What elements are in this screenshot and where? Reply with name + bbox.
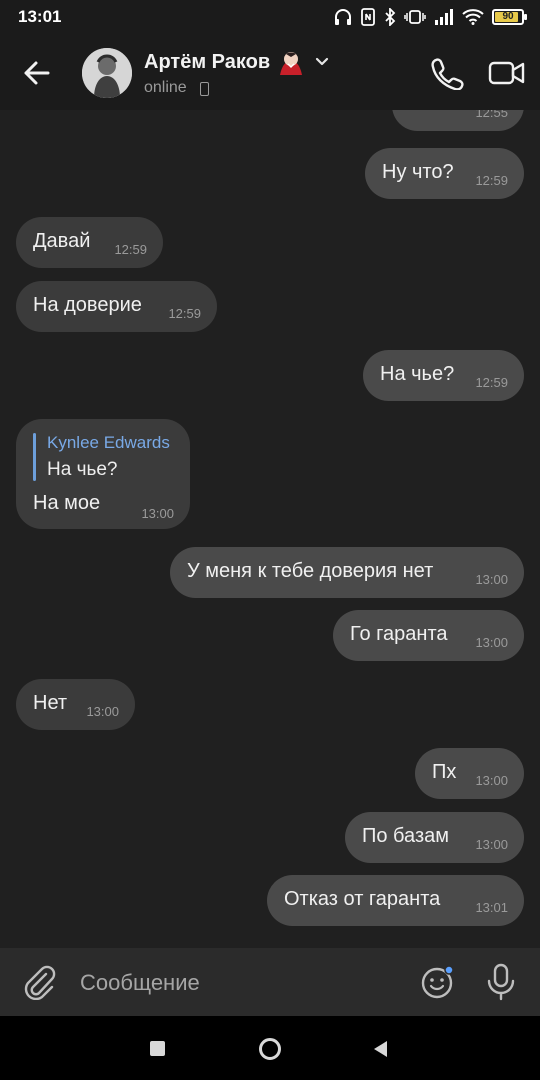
message-time: 13:00 xyxy=(475,837,508,852)
message-text: На мое xyxy=(33,492,101,514)
message-time: 12:55 xyxy=(475,110,508,120)
battery-icon: 90 xyxy=(492,9,527,25)
message-text: Отказ от гаранта xyxy=(284,888,441,910)
message-time: 12:59 xyxy=(114,242,147,257)
message-text: Нет xyxy=(33,692,68,714)
phone-icon xyxy=(431,58,464,91)
back-arrow-icon xyxy=(24,61,50,85)
message-time: 13:00 xyxy=(141,506,174,521)
attach-button[interactable] xyxy=(22,964,56,1001)
back-icon[interactable] xyxy=(371,1039,389,1059)
message-time: 13:00 xyxy=(86,704,119,719)
mobile-device-icon xyxy=(200,82,209,96)
bluetooth-icon xyxy=(385,8,396,26)
nfc-icon xyxy=(361,8,375,26)
message-time: 12:59 xyxy=(168,306,201,321)
message-text: Го гаранта xyxy=(350,623,448,645)
contact-name[interactable]: Артём Раков xyxy=(144,51,270,74)
message-text: У меня к тебе доверия нет xyxy=(187,560,434,582)
emoji-button[interactable] xyxy=(420,964,456,1000)
headphones-icon xyxy=(335,9,351,25)
message-time: 13:00 xyxy=(475,572,508,587)
reply-quote-bar xyxy=(33,433,36,481)
message-time: 13:00 xyxy=(475,773,508,788)
message-text: Пх xyxy=(432,761,457,783)
message-composer xyxy=(0,948,540,1016)
message-time: 12:59 xyxy=(475,375,508,390)
recent-apps-icon[interactable] xyxy=(150,1041,165,1056)
message-bubble-outgoing[interactable]: Ну что? 12:59 xyxy=(365,148,524,199)
status-bar: 13:01 90 xyxy=(0,0,540,36)
message-list[interactable]: 0000 12:55 Ну что? 12:59 Давай 12:59 На … xyxy=(0,110,540,948)
wifi-icon xyxy=(462,9,484,25)
message-text: Давай xyxy=(33,230,91,252)
message-bubble-outgoing[interactable]: Отказ от гаранта 13:01 xyxy=(267,875,524,926)
message-text: По базам xyxy=(362,825,449,847)
video-camera-icon xyxy=(488,61,525,85)
reply-author[interactable]: Kynlee Edwards xyxy=(47,433,170,453)
message-time: 13:01 xyxy=(475,900,508,915)
message-time: 12:59 xyxy=(475,173,508,188)
chevron-down-icon[interactable] xyxy=(314,54,330,70)
presence-status: online xyxy=(144,79,187,96)
microphone-icon xyxy=(487,963,515,1001)
vibrate-icon xyxy=(404,10,426,24)
avatar-image xyxy=(82,48,132,98)
message-bubble-incoming[interactable]: Давай 12:59 xyxy=(16,217,163,268)
message-time: 13:00 xyxy=(475,635,508,650)
message-bubble-outgoing[interactable]: У меня к тебе доверия нет 13:00 xyxy=(170,547,524,598)
message-bubble-outgoing[interactable]: Пх 13:00 xyxy=(415,748,524,799)
message-bubble-outgoing[interactable]: На чье? 12:59 xyxy=(363,350,524,401)
message-text: На доверие xyxy=(33,294,142,316)
message-bubble-outgoing[interactable]: 0000 12:55 xyxy=(392,110,524,131)
notification-dot xyxy=(444,965,454,975)
message-text: На чье? xyxy=(380,363,455,385)
battery-level: 90 xyxy=(502,11,514,22)
reply-text: На чье? xyxy=(47,459,118,480)
message-bubble-outgoing[interactable]: По базам 13:00 xyxy=(345,812,524,863)
message-bubble-outgoing[interactable]: Го гаранта 13:00 xyxy=(333,610,524,661)
chat-header: Артём Раков online xyxy=(0,36,540,110)
system-nav-bar xyxy=(0,1016,540,1080)
avatar[interactable] xyxy=(82,48,132,98)
back-button[interactable] xyxy=(18,55,58,91)
message-text: Ну что? xyxy=(382,161,454,183)
vampire-emoji-icon xyxy=(277,47,305,77)
message-text: 0000 xyxy=(409,110,454,116)
emoji-icon xyxy=(421,965,454,999)
home-icon[interactable] xyxy=(258,1037,282,1061)
message-input[interactable] xyxy=(78,962,402,1004)
paperclip-icon xyxy=(24,965,56,1001)
video-call-button[interactable] xyxy=(488,58,526,88)
message-bubble-incoming-reply[interactable]: Kynlee Edwards На чье? На мое 13:00 xyxy=(16,419,190,529)
message-bubble-incoming[interactable]: Нет 13:00 xyxy=(16,679,135,730)
voice-message-button[interactable] xyxy=(484,962,518,1002)
call-button[interactable] xyxy=(428,56,464,91)
message-bubble-incoming[interactable]: На доверие 12:59 xyxy=(16,281,217,332)
status-time: 13:01 xyxy=(18,7,62,26)
status-icons: 90 xyxy=(334,8,527,26)
signal-icon xyxy=(435,9,453,25)
